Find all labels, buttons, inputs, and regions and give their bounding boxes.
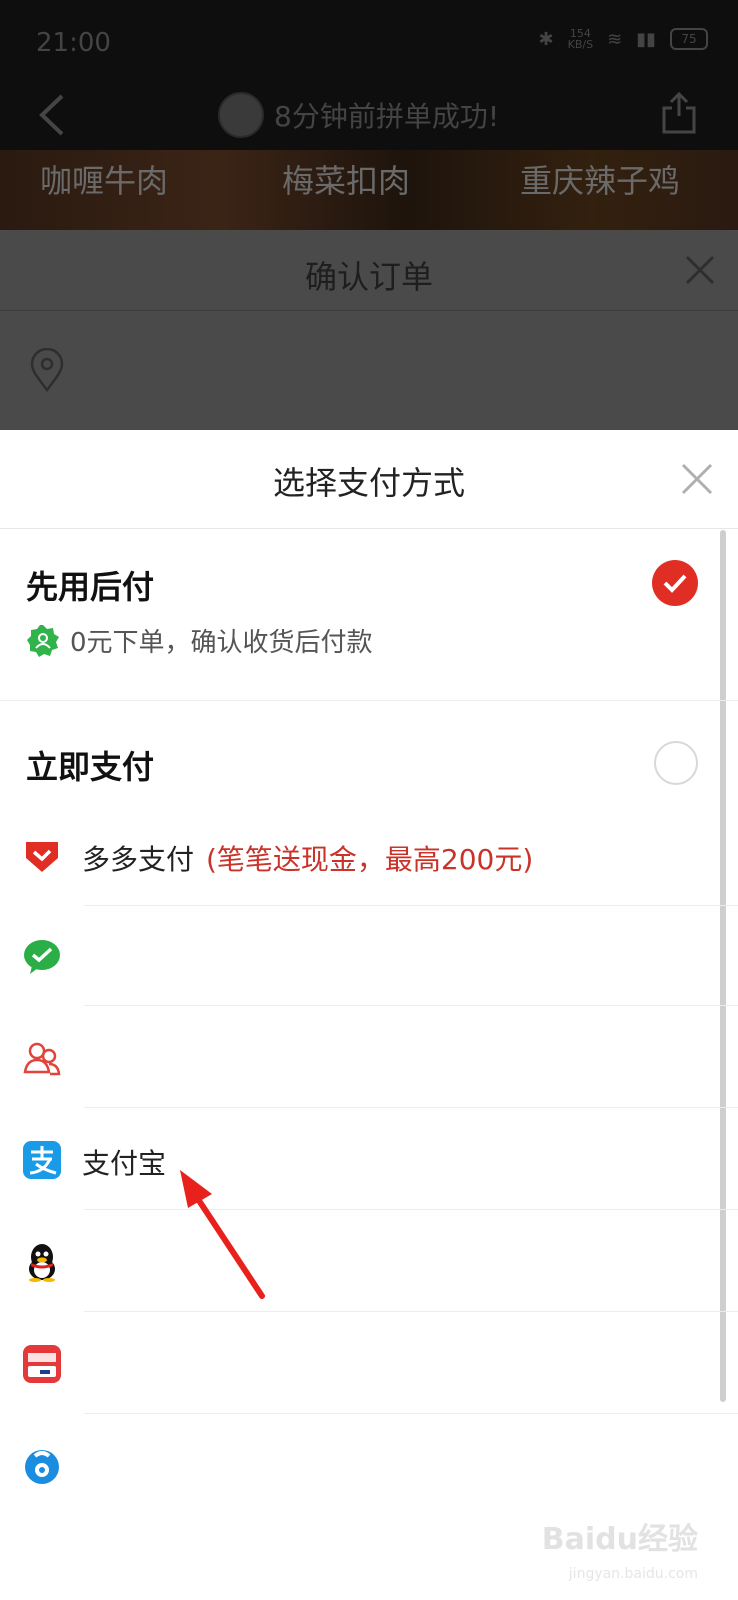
sheet-header: 选择支付方式	[0, 432, 738, 529]
bluetooth-icon: ✱	[538, 28, 554, 50]
nav-title-group: 8分钟前拼单成功!	[218, 92, 499, 138]
pay-method-wechat[interactable]	[0, 906, 738, 1006]
battery-icon: 75	[670, 28, 708, 50]
close-icon	[685, 255, 715, 285]
wifi-icon: ≋	[607, 28, 623, 50]
pay-method-qq[interactable]	[0, 1212, 738, 1312]
pay-method-friend[interactable]	[0, 1008, 738, 1108]
checkmark-icon	[663, 574, 687, 593]
status-bar: 21:00 ✱ 154 KB/S ≋ ▮▮ 75	[0, 0, 738, 90]
location-pin-icon	[30, 348, 64, 392]
promo-text: (笔笔送现金，最高200元)	[206, 843, 534, 876]
food-label: 梅菜扣肉	[282, 162, 411, 200]
annotation-arrow-icon	[180, 1170, 265, 1299]
pay-method-alipay[interactable]: 支付宝	[0, 1110, 738, 1210]
divider	[84, 1311, 738, 1312]
pay-now-title: 立即支付	[26, 748, 155, 786]
back-arrow-icon[interactable]	[34, 92, 74, 138]
pay-later-desc: 0元下单，确认收货后付款	[70, 628, 373, 658]
divider	[0, 700, 738, 701]
confirm-order-panel: 确认订单	[0, 230, 738, 430]
divider	[84, 1413, 738, 1414]
status-time: 21:00	[36, 28, 111, 58]
divider	[84, 1005, 738, 1006]
pay-later-desc-row: 0元下单，确认收货后付款	[26, 622, 373, 659]
status-icons: ✱ 154 KB/S ≋ ▮▮ 75	[539, 28, 708, 50]
badge-icon	[27, 624, 59, 657]
avatar	[218, 92, 264, 138]
close-icon[interactable]	[680, 462, 714, 496]
unionpay-card-icon	[23, 1345, 61, 1383]
sheet-title: 选择支付方式	[272, 464, 465, 502]
pay-method-label: 多多支付	[82, 843, 195, 876]
pay-method-label: 支付宝	[82, 1147, 167, 1180]
food-banner: 咖喱牛肉 梅菜扣肉 重庆辣子鸡	[0, 150, 738, 230]
wechat-pay-icon	[24, 940, 60, 974]
watermark-url: jingyan.baidu.com	[568, 1566, 698, 1582]
qq-wallet-icon	[29, 1244, 55, 1282]
divider	[0, 310, 738, 311]
food-label: 咖喱牛肉	[40, 162, 169, 200]
friend-pay-icon	[23, 1042, 61, 1076]
watermark-text: Baidu经验	[541, 1522, 698, 1557]
watermark-logo: Baidu经验	[542, 1514, 698, 1558]
alipay-icon	[23, 1141, 61, 1179]
radio-unselected[interactable]	[654, 741, 698, 785]
pay-method-duoduo[interactable]: 多多支付 (笔笔送现金，最高200元)	[0, 806, 738, 906]
pay-method-unionpay[interactable]	[0, 1314, 738, 1414]
radio-selected[interactable]	[652, 560, 698, 606]
net-speed-unit: KB/S	[567, 38, 594, 51]
signal-icon: ▮▮	[636, 28, 656, 50]
pay-later-title: 先用后付	[26, 568, 155, 606]
duoduo-pay-icon	[26, 842, 58, 872]
order-title: 确认订单	[304, 258, 433, 296]
share-icon[interactable]	[660, 90, 698, 134]
net-speed: 154 KB/S	[568, 28, 593, 50]
food-label: 重庆辣子鸡	[520, 162, 681, 200]
divider	[84, 1107, 738, 1108]
page-title: 8分钟前拼单成功!	[274, 100, 500, 133]
bank-pay-icon	[25, 1450, 59, 1484]
nav-bar: 8分钟前拼单成功!	[0, 80, 738, 150]
pay-method-bank[interactable]	[0, 1416, 738, 1516]
payment-sheet: 选择支付方式 先用后付 0元下单，确认收货后付款 立即支付 多多支付 (笔笔送现…	[0, 432, 738, 1600]
